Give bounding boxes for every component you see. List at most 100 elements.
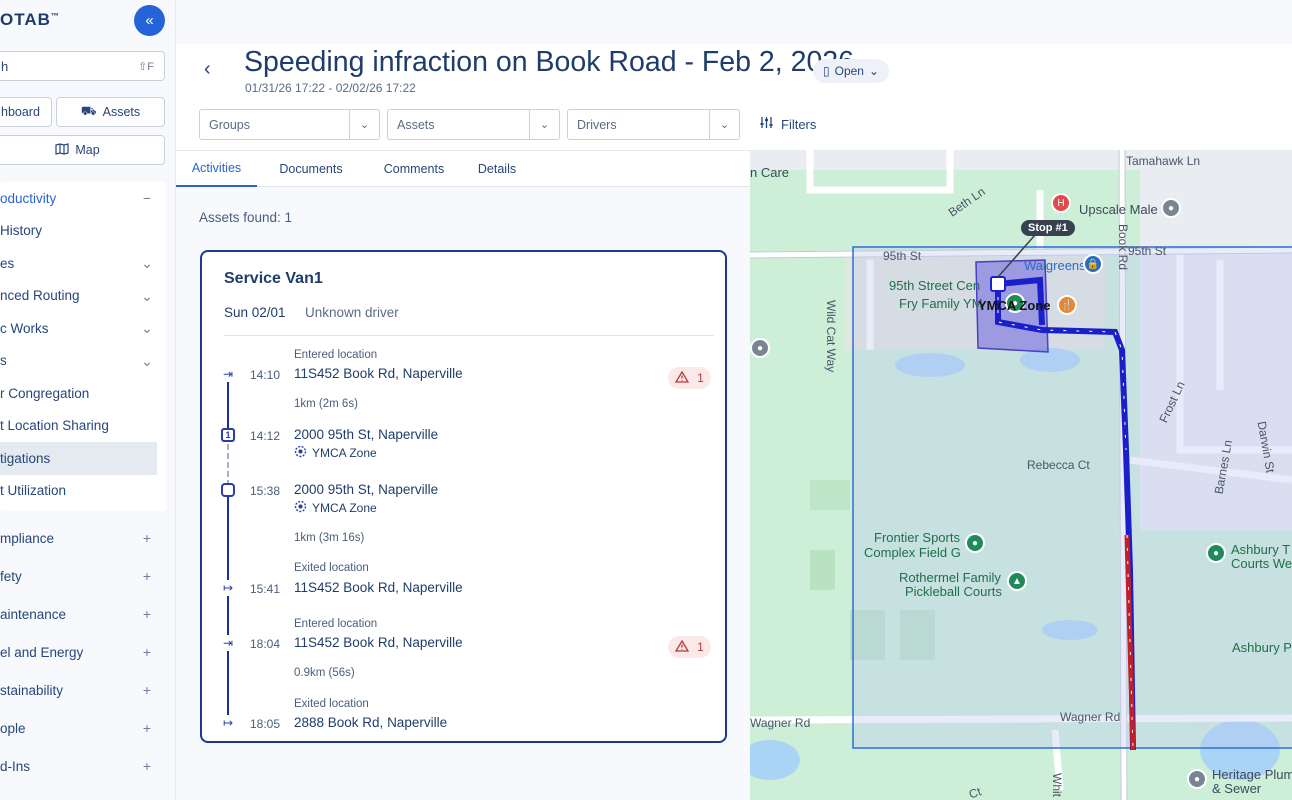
exit-location-icon: ↦ [219,580,237,596]
sidebar-item-advanced-routing[interactable]: nced Routing ⌄ [0,280,166,313]
plus-icon[interactable]: + [140,758,154,774]
dashboard-button[interactable]: hboard [0,97,52,127]
event-address[interactable]: 2000 95th St, Naperville [294,482,438,497]
collapse-icon[interactable]: − [140,190,154,206]
sidebar-item-location-sharing[interactable]: t Location Sharing [0,410,166,443]
status-dropdown[interactable]: ▯ Open ⌄ [813,59,890,83]
plus-icon[interactable]: + [140,682,154,698]
event-address[interactable]: 11S452 Book Rd, Naperville [294,635,463,650]
drivers-dropdown[interactable]: Drivers ⌄ [567,109,740,140]
zone-icon [294,445,307,461]
poi-label: Fry Family YM [899,296,983,311]
zone-map-label: YMCA Zone [978,298,1051,313]
chevron-down-icon[interactable]: ⌄ [140,320,154,337]
chevron-down-icon[interactable]: ⌄ [140,288,154,305]
plus-icon[interactable]: + [140,606,154,622]
event-time: 14:12 [250,429,281,443]
poi-label: Heritage Plum [1212,767,1292,782]
plus-icon[interactable]: + [140,568,154,584]
event-address[interactable]: 11S452 Book Rd, Naperville [294,366,463,381]
warning-triangle-icon [675,639,690,655]
sidebar-item-history[interactable]: History [0,215,166,248]
poi-label: Courts We [1231,556,1292,571]
sidebar-section-sustainability[interactable]: stainability + [0,671,166,709]
zone-tag[interactable]: YMCA Zone [294,445,377,461]
sidebar-item-investigations[interactable]: tigations [0,442,157,475]
sidebar-search-input[interactable]: h ⇧F [0,51,165,81]
groups-dropdown[interactable]: Groups ⌄ [199,109,380,140]
chevron-down-icon[interactable]: ⌄ [140,255,154,272]
restaurant-icon[interactable]: 🍴 [1057,295,1077,315]
stop-marker-label[interactable]: Stop #1 [1021,220,1075,236]
plus-icon[interactable]: + [140,644,154,660]
enter-location-icon: ⇥ [219,366,237,382]
filters-button[interactable]: Filters [760,116,816,132]
sidebar-menu: oductivity − History es ⌄ nced Routing ⌄ c … [0,182,166,785]
poi-label: Walgreens [1024,258,1086,273]
event-time: 18:05 [250,717,281,731]
event-address[interactable]: 11S452 Book Rd, Naperville [294,580,463,595]
place-icon[interactable]: ● [750,338,770,358]
sidebar-item-public-works[interactable]: c Works ⌄ [0,312,166,345]
assets-button[interactable]: ⛟ Assets [56,97,165,127]
zone-icon [294,500,307,516]
park-icon[interactable]: ● [965,533,985,553]
chevron-down-icon[interactable]: ⌄ [140,353,154,370]
tab-details[interactable]: Details [463,151,531,187]
chevron-left-icon: ‹ [204,58,211,80]
enter-location-icon: ⇥ [219,635,237,651]
sidebar-item-zones[interactable]: s ⌄ [0,345,166,378]
status-icon: ▯ [823,64,830,78]
poi-label: 95th Street Cen [889,278,981,293]
map-button[interactable]: Map [0,135,165,165]
poi-label: Frontier Sports [874,530,960,545]
plus-icon[interactable]: + [140,530,154,546]
sidebar-section-productivity[interactable]: oductivity − [0,182,166,215]
page-header: ‹ Speeding infraction on Book Road - Feb… [176,44,1292,150]
sidebar-item-utilization[interactable]: t Utilization [0,475,166,508]
chevron-down-icon[interactable]: ⌄ [529,110,559,139]
warning-triangle-icon [675,370,690,386]
chevron-down-icon: ⌄ [868,64,880,78]
tab-documents[interactable]: Documents [257,151,365,187]
zone-tag[interactable]: YMCA Zone [294,500,377,516]
park-icon[interactable]: ● [1206,543,1226,563]
street-label: Book Rd [1116,223,1131,271]
sidebar-section-fuel-energy[interactable]: el and Energy + [0,633,166,671]
tree-icon[interactable]: ▲ [1007,571,1027,591]
stop-end-icon [221,483,235,497]
sidebar-section-safety[interactable]: fety + [0,557,166,595]
plus-icon[interactable]: + [140,720,154,736]
place-icon[interactable]: ● [1161,198,1181,218]
hospital-icon[interactable]: H [1051,193,1071,213]
sidebar-item-routes[interactable]: es ⌄ [0,247,166,280]
asset-name: Service Van1 [224,270,323,287]
tab-activities[interactable]: Activities [176,151,257,187]
sidebar-section-compliance[interactable]: mpliance + [0,519,166,557]
sidebar-section-maintenance[interactable]: aintenance + [0,595,166,633]
warning-badge[interactable]: 1 [668,636,711,658]
poi-label: Upscale Male [1079,202,1158,217]
collapse-sidebar-button[interactable]: « [134,5,165,36]
event-address[interactable]: 2888 Book Rd, Naperville [294,715,447,730]
chevron-down-icon[interactable]: ⌄ [349,110,379,139]
pharmacy-icon[interactable]: 🔒 [1083,254,1103,274]
map-view[interactable]: Tamahawk Ln n Care Beth Ln H Upscale Mal… [750,150,1292,800]
driver-name: Unknown driver [305,305,399,320]
event-address[interactable]: 2000 95th St, Naperville [294,427,438,442]
place-icon[interactable]: ● [1187,769,1207,789]
asset-card[interactable]: Service Van1 Sun 02/01 Unknown driver En… [200,250,727,743]
street-label: Wagner Rd [750,716,811,730]
sidebar-section-people[interactable]: ople + [0,709,166,747]
back-button[interactable]: ‹ [204,58,211,81]
tab-comments[interactable]: Comments [365,151,463,187]
assets-dropdown[interactable]: Assets ⌄ [387,109,560,140]
productivity-group: oductivity − History es ⌄ nced Routing ⌄ c … [0,182,166,511]
stop-number-icon: 1 [221,428,235,442]
chevron-down-icon[interactable]: ⌄ [709,110,739,139]
warning-badge[interactable]: 1 [668,367,711,389]
segment-distance: 0.9km (56s) [294,667,355,679]
sidebar-item-congregation[interactable]: r Congregation [0,377,166,410]
sidebar-section-add-ins[interactable]: d-Ins + [0,747,166,785]
map-icon [55,142,69,158]
